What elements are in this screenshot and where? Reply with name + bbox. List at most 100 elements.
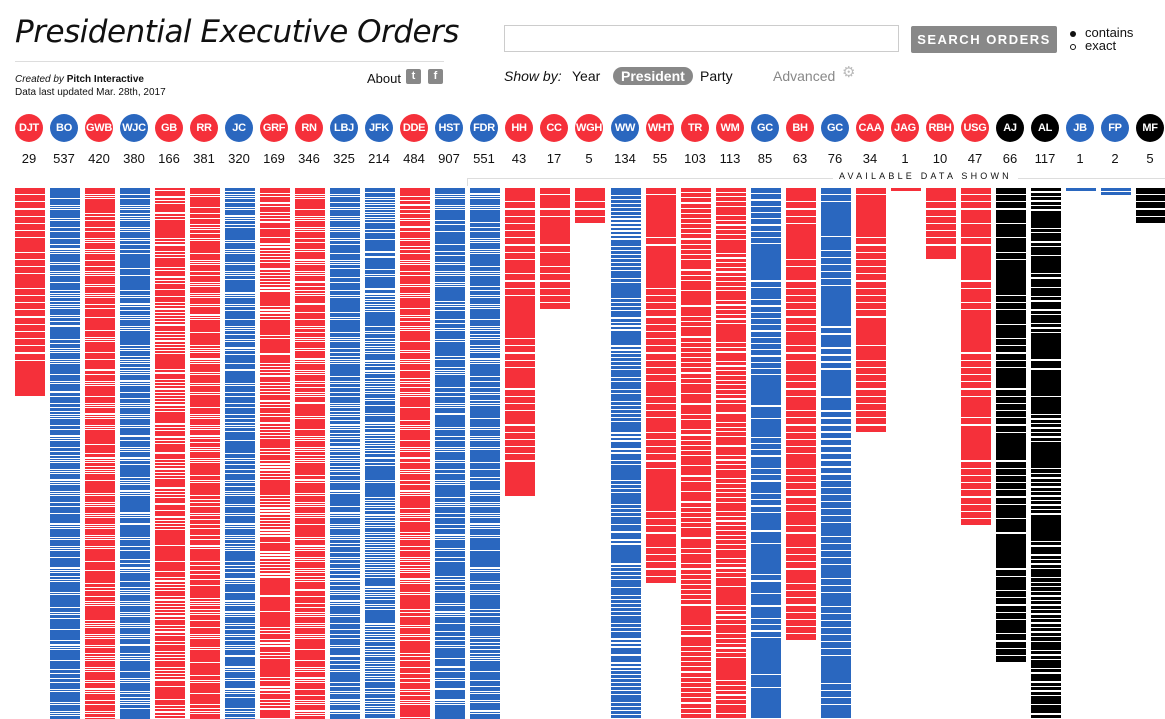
order-stripe[interactable] — [85, 610, 115, 621]
order-stripe[interactable] — [470, 394, 500, 401]
order-stripe[interactable] — [926, 238, 956, 245]
order-stripe[interactable] — [961, 209, 991, 223]
order-stripe[interactable] — [190, 438, 220, 442]
order-stripe[interactable] — [155, 319, 185, 322]
order-stripe[interactable] — [786, 598, 816, 605]
order-stripe[interactable] — [260, 219, 290, 222]
order-stripe[interactable] — [400, 240, 430, 247]
order-stripe[interactable] — [120, 524, 150, 537]
order-stripe[interactable] — [295, 251, 325, 260]
order-stripe[interactable] — [400, 298, 430, 308]
order-stripe[interactable] — [365, 366, 395, 371]
order-stripe[interactable] — [611, 378, 641, 381]
order-stripe[interactable] — [470, 291, 500, 295]
order-stripe[interactable] — [681, 481, 711, 491]
order-stripe[interactable] — [1031, 564, 1061, 568]
order-stripe[interactable] — [751, 419, 781, 437]
order-stripe[interactable] — [751, 481, 781, 493]
order-stripe[interactable] — [505, 202, 535, 209]
order-stripe[interactable] — [611, 509, 641, 512]
order-stripe[interactable] — [681, 507, 711, 512]
order-stripe[interactable] — [365, 567, 395, 570]
order-column-gwb[interactable] — [85, 188, 115, 719]
order-stripe[interactable] — [260, 335, 290, 338]
order-stripe[interactable] — [505, 432, 535, 439]
order-stripe[interactable] — [611, 711, 641, 714]
order-column-gc[interactable] — [751, 188, 781, 719]
order-stripe[interactable] — [1031, 641, 1061, 650]
order-stripe[interactable] — [751, 450, 781, 456]
order-stripe[interactable] — [611, 703, 641, 706]
order-stripe[interactable] — [400, 487, 430, 491]
order-stripe[interactable] — [1136, 216, 1165, 223]
order-stripe[interactable] — [225, 335, 255, 339]
order-stripe[interactable] — [681, 234, 711, 239]
order-stripe[interactable] — [1031, 324, 1061, 328]
order-stripe[interactable] — [435, 623, 465, 632]
order-stripe[interactable] — [435, 251, 465, 255]
order-stripe[interactable] — [400, 612, 430, 616]
order-stripe[interactable] — [961, 202, 991, 209]
order-stripe[interactable] — [505, 224, 535, 230]
order-stripe[interactable] — [260, 678, 290, 681]
president-circle-tr[interactable]: TR — [681, 114, 709, 142]
order-stripe[interactable] — [120, 350, 150, 357]
order-stripe[interactable] — [470, 331, 500, 335]
order-stripe[interactable] — [155, 613, 185, 616]
order-stripe[interactable] — [1031, 333, 1061, 360]
order-stripe[interactable] — [120, 520, 150, 524]
order-stripe[interactable] — [260, 653, 290, 655]
order-stripe[interactable] — [716, 432, 746, 436]
order-stripe[interactable] — [155, 603, 185, 606]
order-stripe[interactable] — [716, 465, 746, 469]
order-stripe[interactable] — [155, 392, 185, 395]
search-orders-button[interactable]: SEARCH ORDERS — [911, 26, 1057, 53]
order-stripe[interactable] — [505, 296, 535, 338]
order-stripe[interactable] — [716, 484, 746, 488]
order-stripe[interactable] — [1031, 315, 1061, 323]
order-stripe[interactable] — [786, 346, 816, 353]
order-stripe[interactable] — [716, 657, 746, 681]
order-stripe[interactable] — [365, 535, 395, 537]
order-stripe[interactable] — [225, 280, 255, 293]
order-stripe[interactable] — [365, 451, 395, 453]
order-stripe[interactable] — [365, 523, 395, 525]
order-stripe[interactable] — [786, 296, 816, 302]
order-stripe[interactable] — [365, 657, 395, 659]
order-stripe[interactable] — [120, 559, 150, 563]
order-stripe[interactable] — [155, 245, 185, 251]
order-stripe[interactable] — [365, 384, 395, 386]
order-stripe[interactable] — [190, 579, 220, 585]
order-stripe[interactable] — [1031, 328, 1061, 332]
order-stripe[interactable] — [575, 202, 605, 209]
order-stripe[interactable] — [996, 346, 1026, 353]
order-stripe[interactable] — [365, 498, 395, 500]
order-stripe[interactable] — [961, 382, 991, 389]
order-stripe[interactable] — [365, 647, 395, 649]
order-stripe[interactable] — [365, 577, 395, 587]
order-stripe[interactable] — [996, 648, 1026, 655]
order-stripe[interactable] — [260, 197, 290, 203]
order-stripe[interactable] — [996, 368, 1026, 389]
order-stripe[interactable] — [1031, 714, 1061, 718]
order-stripe[interactable] — [225, 313, 255, 319]
order-stripe[interactable] — [365, 709, 395, 711]
order-stripe[interactable] — [716, 704, 746, 714]
order-stripe[interactable] — [681, 445, 711, 450]
order-stripe[interactable] — [470, 645, 500, 649]
order-stripe[interactable] — [365, 339, 395, 341]
order-stripe[interactable] — [1031, 614, 1061, 618]
order-stripe[interactable] — [505, 281, 535, 288]
order-stripe[interactable] — [611, 310, 641, 318]
order-stripe[interactable] — [190, 482, 220, 495]
order-stripe[interactable] — [505, 260, 535, 274]
order-stripe[interactable] — [716, 700, 746, 704]
order-stripe[interactable] — [365, 297, 395, 299]
order-stripe[interactable] — [681, 466, 711, 476]
order-stripe[interactable] — [611, 394, 641, 401]
order-stripe[interactable] — [996, 195, 1026, 202]
order-stripe[interactable] — [611, 564, 641, 568]
order-stripe[interactable] — [155, 370, 185, 373]
order-stripe[interactable] — [926, 188, 956, 202]
order-stripe[interactable] — [611, 215, 641, 219]
